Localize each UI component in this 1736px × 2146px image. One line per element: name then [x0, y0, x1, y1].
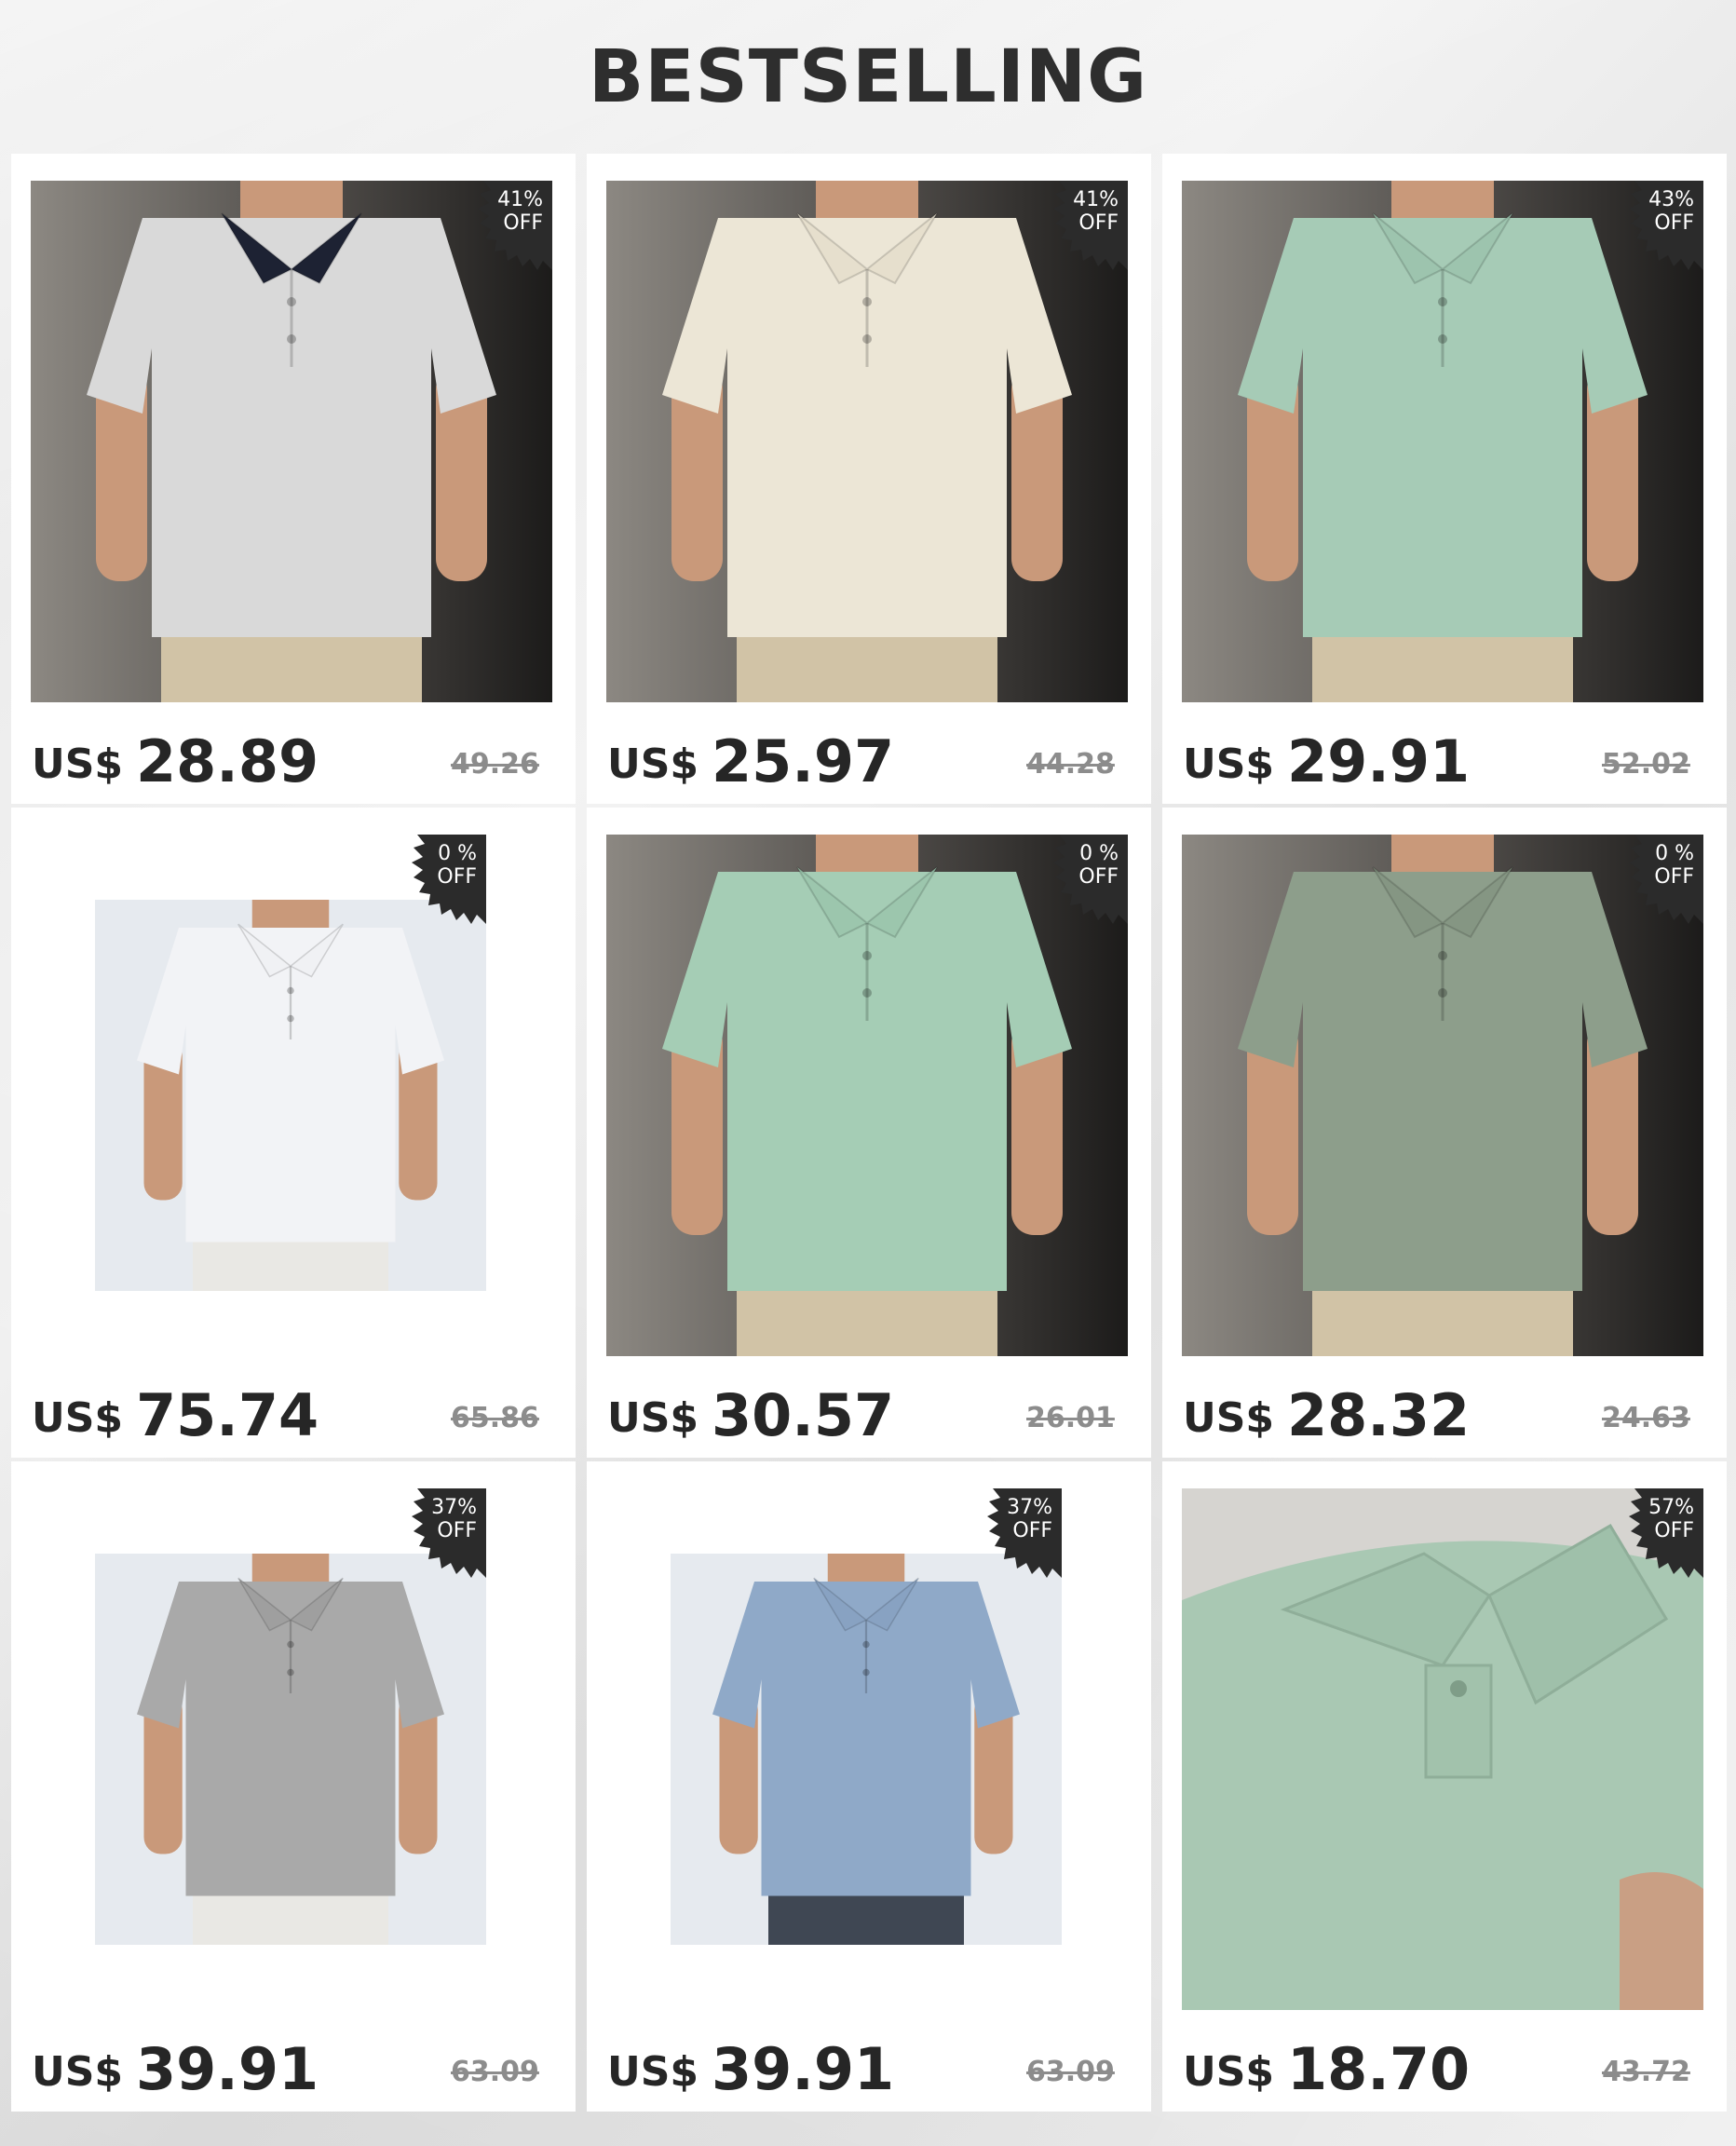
- page-title: BESTSELLING: [588, 35, 1148, 119]
- discount-off-label: OFF: [1654, 211, 1694, 235]
- discount-percent: 0 %: [438, 842, 477, 865]
- product-card[interactable]: 0 % OFF US$ 75.74 65.86: [11, 808, 576, 1458]
- product-image[interactable]: 0 % OFF: [1182, 835, 1703, 1356]
- currency-label: US$: [32, 1394, 124, 1442]
- currency-label: US$: [32, 2048, 124, 2096]
- currency-label: US$: [607, 1394, 699, 1442]
- currency-label: US$: [607, 2048, 699, 2096]
- product-image[interactable]: 0 % OFF: [606, 835, 1128, 1356]
- sale-price: 29.91: [1287, 727, 1471, 795]
- product-card[interactable]: 57% OFF US$ 18.70 43.72: [1162, 1461, 1727, 2112]
- product-grid: 41% OFF US$ 28.89 49.26 41% OFF US$ 25.97 44.28 43…: [11, 154, 1727, 2112]
- discount-off-label: OFF: [437, 1519, 477, 1542]
- sale-price: 28.89: [136, 727, 319, 795]
- product-image[interactable]: 37% OFF: [95, 1488, 486, 2010]
- product-image[interactable]: 37% OFF: [671, 1488, 1062, 2010]
- discount-off-label: OFF: [1012, 1519, 1052, 1542]
- currency-label: US$: [1183, 740, 1275, 788]
- sale-price: 39.91: [712, 2035, 895, 2103]
- discount-badge: 0 % OFF: [397, 835, 486, 924]
- original-price: 52.02: [1602, 748, 1690, 781]
- product-image[interactable]: 41% OFF: [31, 181, 552, 702]
- product-card[interactable]: 37% OFF US$ 39.91 63.09: [587, 1461, 1151, 2112]
- original-price: 63.09: [451, 2056, 539, 2088]
- discount-badge: 57% OFF: [1614, 1488, 1703, 1578]
- discount-percent: 57%: [1648, 1496, 1694, 1519]
- product-image[interactable]: 41% OFF: [606, 181, 1128, 702]
- original-price: 63.09: [1026, 2056, 1115, 2088]
- discount-percent: 0 %: [1655, 842, 1694, 865]
- original-price: 26.01: [1026, 1402, 1115, 1434]
- product-card[interactable]: 41% OFF US$ 25.97 44.28: [587, 154, 1151, 804]
- discount-badge: 43% OFF: [1614, 181, 1703, 270]
- discount-percent: 43%: [1648, 188, 1694, 211]
- discount-off-label: OFF: [1654, 865, 1694, 889]
- discount-off-label: OFF: [1078, 865, 1119, 889]
- sale-price: 18.70: [1287, 2035, 1471, 2103]
- currency-label: US$: [32, 740, 124, 788]
- sale-price: 28.32: [1287, 1381, 1471, 1449]
- original-price: 65.86: [451, 1402, 539, 1434]
- sale-price: 39.91: [136, 2035, 319, 2103]
- sale-price: 75.74: [136, 1381, 319, 1449]
- discount-percent: 41%: [1073, 188, 1119, 211]
- price-row: US$ 28.32 24.63: [1183, 1379, 1704, 1449]
- discount-badge: 0 % OFF: [1038, 835, 1128, 924]
- product-card[interactable]: 0 % OFF US$ 28.32 24.63: [1162, 808, 1727, 1458]
- product-image[interactable]: 57% OFF: [1182, 1488, 1703, 2010]
- discount-off-label: OFF: [503, 211, 543, 235]
- price-row: US$ 29.91 52.02: [1183, 726, 1704, 795]
- currency-label: US$: [1183, 2048, 1275, 2096]
- original-price: 43.72: [1602, 2056, 1690, 2088]
- original-price: 49.26: [451, 748, 539, 781]
- product-card[interactable]: 37% OFF US$ 39.91 63.09: [11, 1461, 576, 2112]
- discount-badge: 37% OFF: [397, 1488, 486, 1578]
- product-image[interactable]: 43% OFF: [1182, 181, 1703, 702]
- discount-badge: 0 % OFF: [1614, 835, 1703, 924]
- product-card[interactable]: 0 % OFF US$ 30.57 26.01: [587, 808, 1151, 1458]
- price-row: US$ 39.91 63.09: [607, 2033, 1129, 2103]
- product-card[interactable]: 43% OFF US$ 29.91 52.02: [1162, 154, 1727, 804]
- discount-badge: 37% OFF: [972, 1488, 1062, 1578]
- currency-label: US$: [1183, 1394, 1275, 1442]
- price-row: US$ 39.91 63.09: [32, 2033, 553, 2103]
- product-image[interactable]: 0 % OFF: [95, 835, 486, 1356]
- discount-off-label: OFF: [1078, 211, 1119, 235]
- discount-badge: 41% OFF: [1038, 181, 1128, 270]
- discount-percent: 37%: [1007, 1496, 1052, 1519]
- price-row: US$ 75.74 65.86: [32, 1379, 553, 1449]
- currency-label: US$: [607, 740, 699, 788]
- sale-price: 25.97: [712, 727, 895, 795]
- price-row: US$ 18.70 43.72: [1183, 2033, 1704, 2103]
- original-price: 44.28: [1026, 748, 1115, 781]
- discount-percent: 37%: [431, 1496, 477, 1519]
- price-row: US$ 30.57 26.01: [607, 1379, 1129, 1449]
- price-row: US$ 28.89 49.26: [32, 726, 553, 795]
- price-row: US$ 25.97 44.28: [607, 726, 1129, 795]
- discount-percent: 41%: [497, 188, 543, 211]
- sale-price: 30.57: [712, 1381, 895, 1449]
- discount-badge: 41% OFF: [463, 181, 552, 270]
- discount-off-label: OFF: [1654, 1519, 1694, 1542]
- discount-off-label: OFF: [437, 865, 477, 889]
- original-price: 24.63: [1602, 1402, 1690, 1434]
- product-card[interactable]: 41% OFF US$ 28.89 49.26: [11, 154, 576, 804]
- discount-percent: 0 %: [1079, 842, 1119, 865]
